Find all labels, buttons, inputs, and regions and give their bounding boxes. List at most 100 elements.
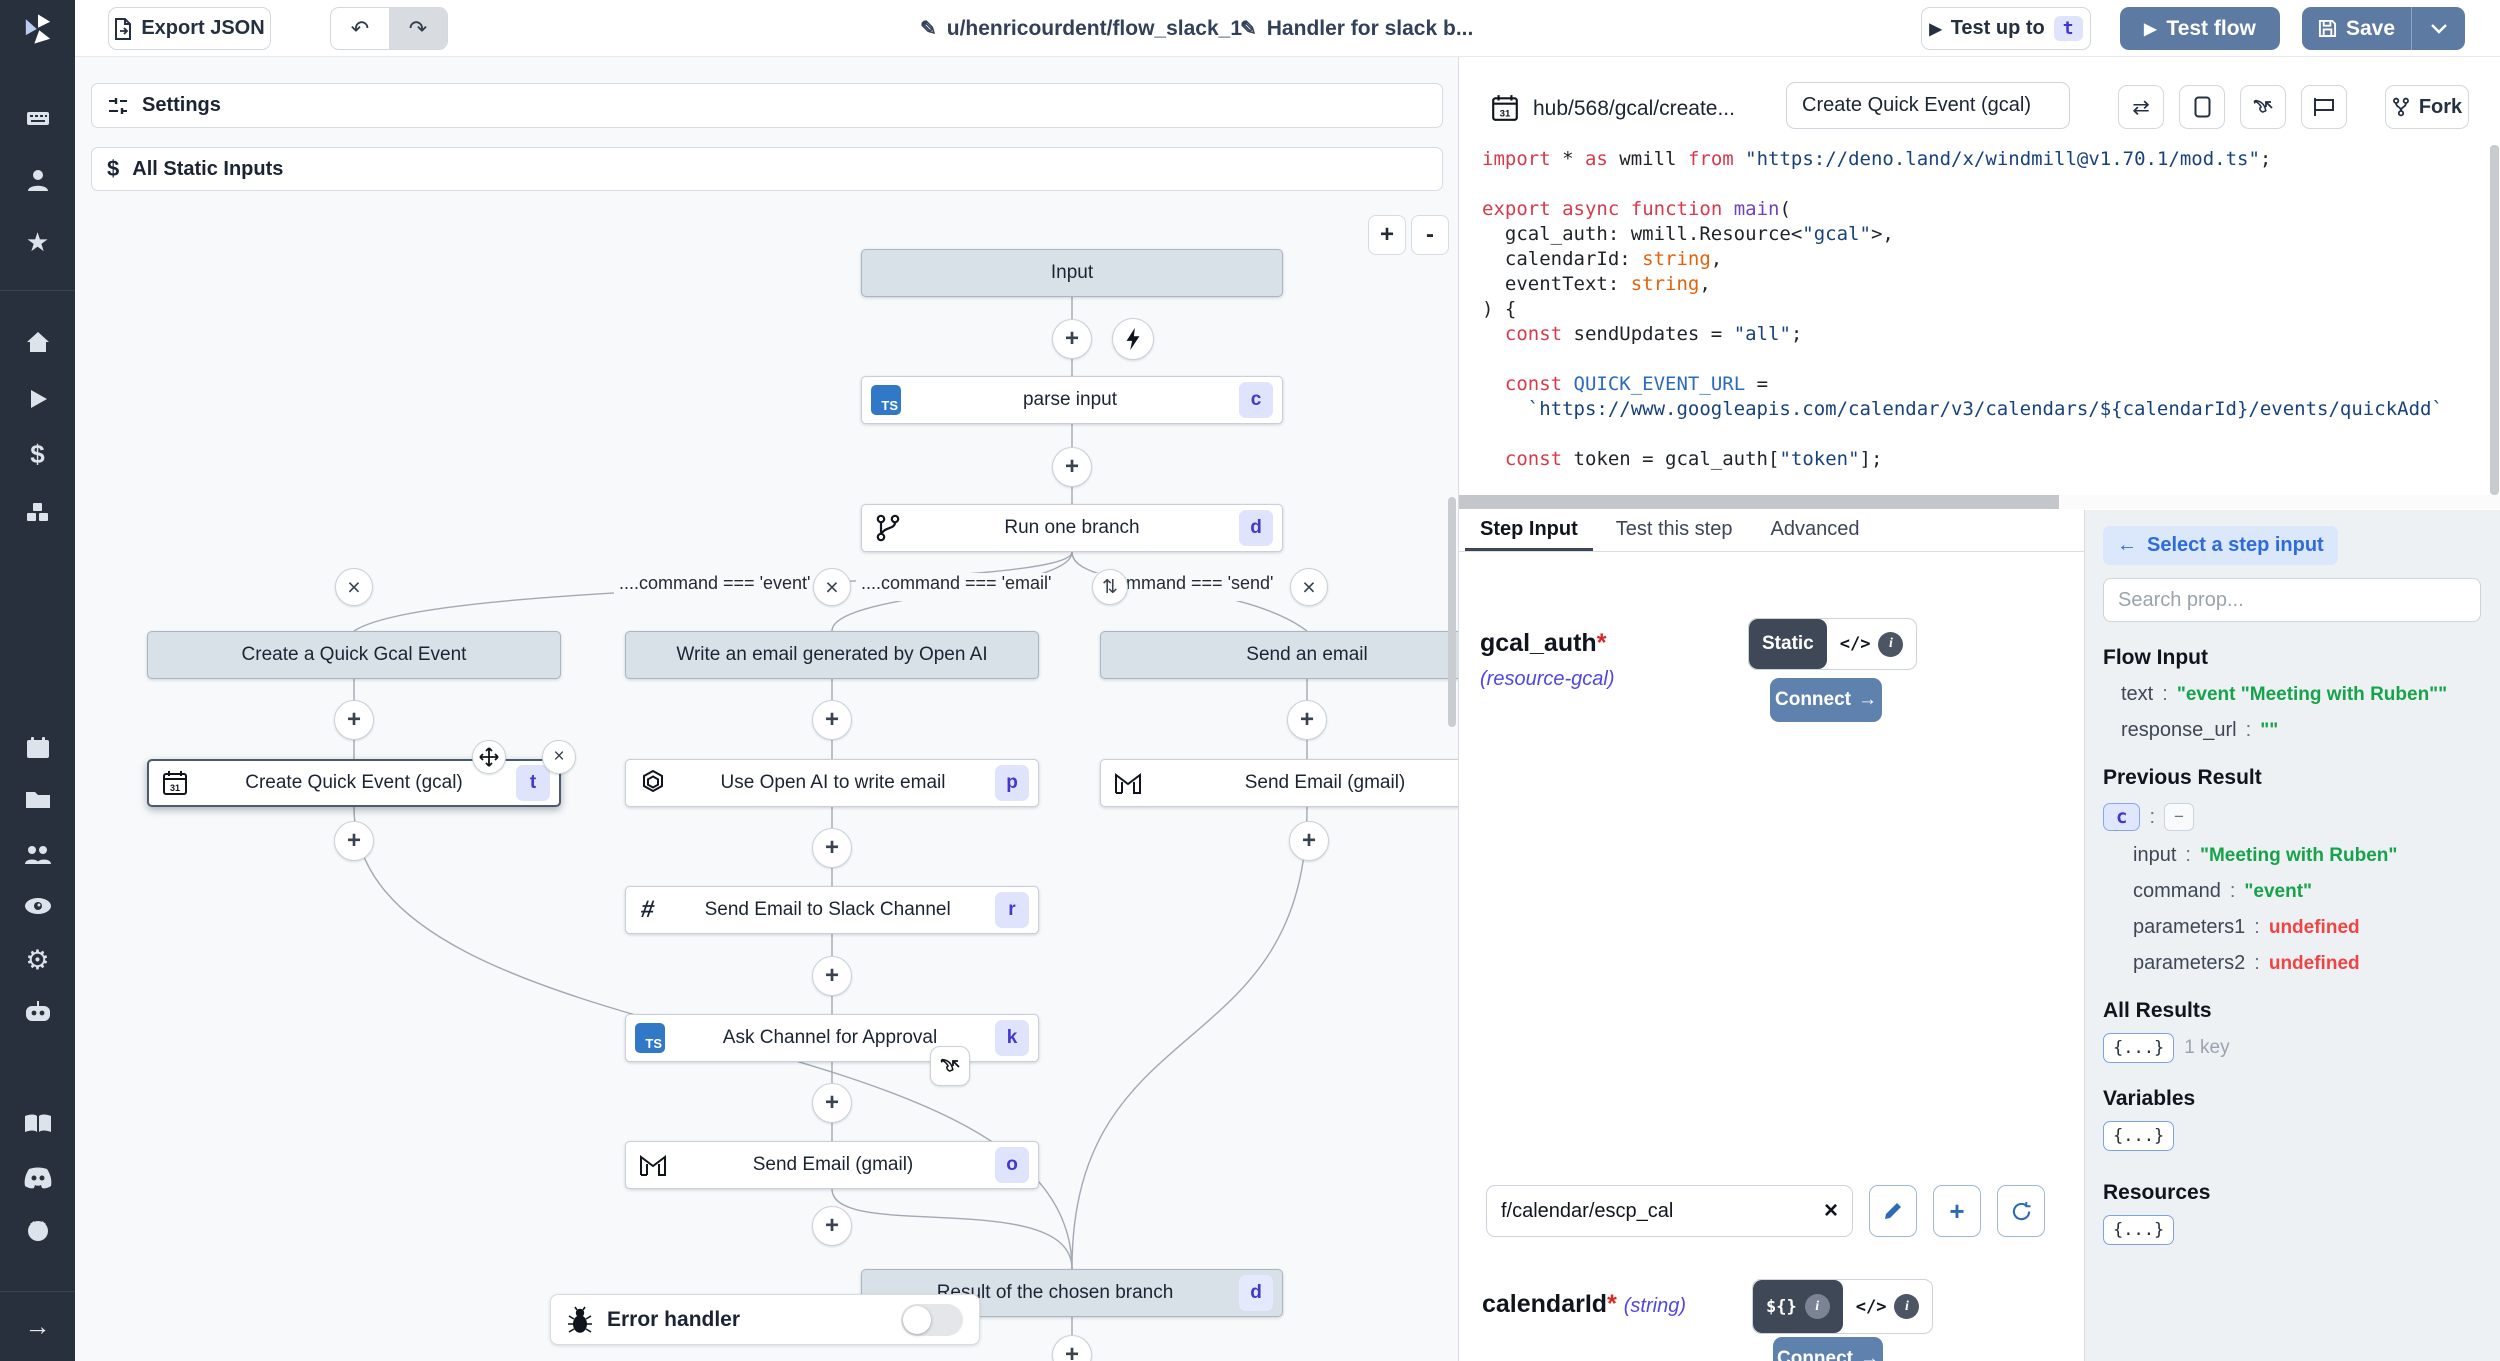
hub-script-path[interactable]: hub/568/gcal/create... [1533,97,1735,121]
variables-object-badge[interactable]: {...} [2103,1121,2174,1151]
node-approval-step[interactable]: TS Ask Channel for Approval k [625,1014,1039,1062]
node-branch-gcal[interactable]: Create a Quick Gcal Event [147,631,561,679]
prop-row[interactable]: parameters2:undefined [2103,952,2482,975]
star-icon[interactable]: ★ [0,220,75,264]
add-step-button[interactable]: + [812,700,852,740]
add-step-button[interactable]: + [1287,700,1327,740]
refresh-resource-button[interactable] [1997,1185,2045,1237]
suspend-resume-button[interactable] [930,1046,970,1086]
groups-icon[interactable] [0,832,75,876]
prop-row[interactable]: parameters1:undefined [2103,916,2482,939]
add-step-button[interactable]: + [812,1206,852,1246]
redo-button[interactable]: ↷ [389,8,447,49]
undo-button[interactable]: ↶ [331,8,389,49]
select-step-input-button[interactable]: ← Select a step input [2103,526,2338,565]
node-parse-input[interactable]: TS parse input c [861,376,1283,424]
resource-path-input[interactable]: f/calendar/escp_cal × [1486,1185,1853,1237]
prop-row[interactable]: response_url:"" [2103,719,2482,742]
tab-step-input[interactable]: Step Input [1465,510,1593,551]
all-static-inputs-bar[interactable]: $ All Static Inputs [91,147,1443,191]
flow-settings-bar[interactable]: Settings [91,83,1443,128]
flow-canvas[interactable]: Settings $ All Static Inputs + - Input +… [75,57,1459,1361]
add-step-button[interactable]: + [812,956,852,996]
resources-object-badge[interactable]: {...} [2103,1215,2174,1245]
folders-icon[interactable] [0,778,75,822]
settings-gear-icon[interactable]: ⚙ [0,938,75,982]
result-key-badge[interactable]: c [2103,803,2140,831]
node-branch-openai[interactable]: Write an email generated by Open AI [625,631,1039,679]
node-slack-step[interactable]: # Send Email to Slack Channel r [625,886,1039,934]
add-step-button[interactable]: + [1052,319,1092,359]
zoom-out-button[interactable]: - [1411,215,1449,255]
node-gmail-step-2[interactable]: Send Email (gmail) o [625,1141,1039,1189]
add-step-button[interactable]: + [812,828,852,868]
save-button[interactable]: Save [2302,7,2411,50]
expand-sidebar-button[interactable]: → [0,1291,75,1361]
step-name-input[interactable] [1786,82,2070,129]
node-gmail-step-1[interactable]: Send Email (gmail) [1100,759,1459,807]
code-vscrollbar[interactable] [2490,145,2499,495]
prop-search-input[interactable] [2103,578,2481,622]
code-hscrollbar[interactable] [1459,495,2500,509]
tab-test-this-step[interactable]: Test this step [1601,510,1748,551]
github-icon[interactable] [0,1208,75,1252]
export-json-button[interactable]: Export JSON [108,7,271,50]
delete-step-button[interactable]: × [542,740,576,774]
flow-path-breadcrumb[interactable]: ✎ u/henricourdent/flow_slack_1 [920,0,1242,57]
clear-resource-button[interactable]: × [1824,1197,1838,1225]
add-step-button[interactable]: + [812,1083,852,1123]
drag-step-handle[interactable] [472,740,506,774]
discord-icon[interactable] [0,1156,75,1200]
add-step-button[interactable]: + [1289,821,1329,861]
audit-eye-icon[interactable] [0,884,75,928]
resources-icon[interactable] [0,490,75,534]
schedules-icon[interactable] [0,726,75,770]
ai-robot-icon[interactable] [0,990,75,1034]
move-branch-button[interactable]: ⇅ [1092,569,1128,605]
edit-resource-button[interactable] [1869,1185,1917,1237]
test-flow-button[interactable]: ▶ Test flow [2120,7,2280,50]
info-icon[interactable]: i [1894,1294,1919,1319]
template-mode-button[interactable]: ${}i [1753,1280,1843,1333]
static-mode-button[interactable]: Static [1749,619,1827,669]
fork-button[interactable]: Fork [2385,85,2469,129]
cache-button[interactable] [2179,85,2225,129]
add-step-button[interactable]: + [1052,447,1092,487]
add-resource-button[interactable]: + [1933,1185,1981,1237]
docs-book-icon[interactable] [0,1102,75,1146]
reload-script-button[interactable]: ⇄ [2118,85,2164,129]
tab-advanced[interactable]: Advanced [1755,510,1874,551]
prop-row[interactable]: text:"event "Meeting with Ruben"" [2103,683,2482,706]
prop-row[interactable]: input:"Meeting with Ruben" [2103,844,2482,867]
home-icon[interactable] [0,320,75,364]
info-icon[interactable]: i [1878,632,1903,657]
collapse-button[interactable]: − [2164,803,2194,831]
sleep-button[interactable] [2301,85,2347,129]
flow-summary-breadcrumb[interactable]: ✎ Handler for slack b... [1240,0,1473,57]
all-results-object-badge[interactable]: {...} [2103,1033,2174,1063]
node-run-one-branch[interactable]: Run one branch d [861,504,1283,552]
canvas-scrollbar[interactable] [1448,497,1456,727]
info-icon[interactable]: i [1805,1294,1830,1319]
user-icon[interactable] [0,158,75,202]
suspend-button[interactable] [2240,85,2286,129]
add-step-button[interactable]: + [334,700,374,740]
test-up-to-button[interactable]: ▶ Test up to t [1921,7,2091,50]
remove-branch-button[interactable]: × [813,568,851,606]
remove-branch-button[interactable]: × [1290,568,1328,606]
keyboard-icon[interactable] [0,96,75,140]
remove-branch-button[interactable]: × [335,568,373,606]
windmill-logo[interactable] [0,0,75,57]
gcal-auth-connect-button[interactable]: Connect→ [1770,678,1882,722]
code-editor[interactable]: import * as wmill from "https://deno.lan… [1459,147,2500,492]
error-handler-toggle[interactable] [901,1304,963,1336]
trigger-bolt-button[interactable] [1112,318,1154,360]
prop-row[interactable]: command:"event" [2103,880,2482,903]
runs-icon[interactable] [0,377,75,421]
add-step-button[interactable]: + [334,821,374,861]
javascript-mode-button[interactable]: </>i [1827,619,1917,669]
javascript-mode-button[interactable]: </>i [1843,1280,1933,1333]
zoom-in-button[interactable]: + [1368,215,1406,255]
node-openai-step[interactable]: Use Open AI to write email p [625,759,1039,807]
node-input[interactable]: Input [861,249,1283,297]
